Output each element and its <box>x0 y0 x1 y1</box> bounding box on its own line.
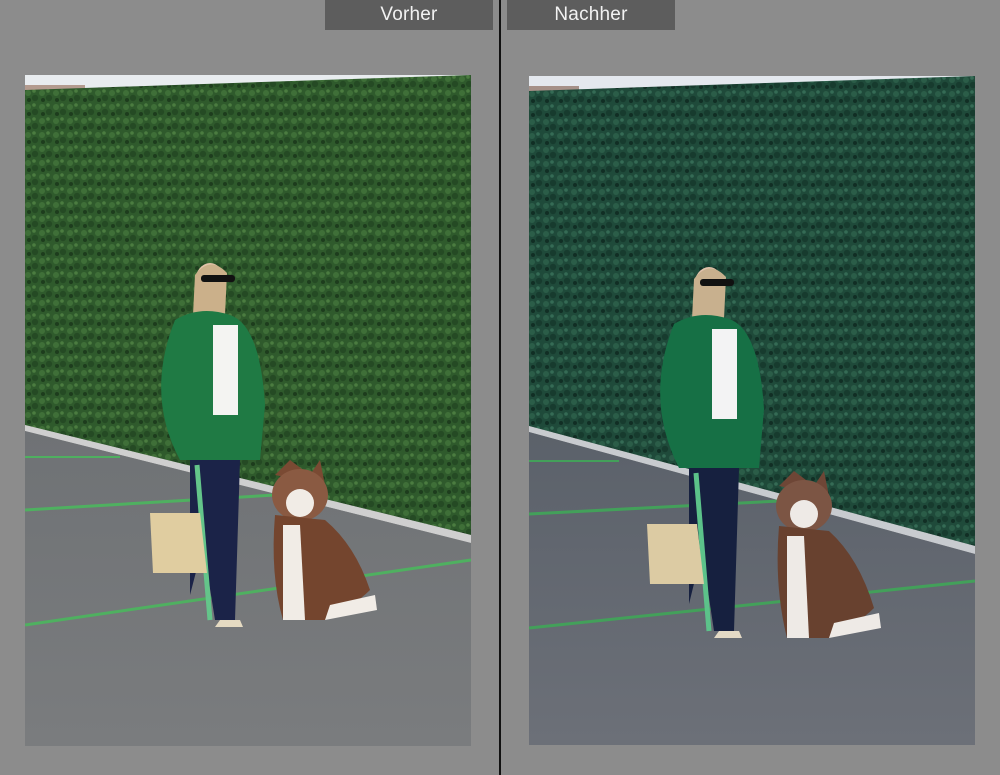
before-pane: Vorher <box>0 0 497 775</box>
after-label: Nachher <box>507 0 675 30</box>
after-pane: Nachher <box>503 0 1000 775</box>
before-label: Vorher <box>325 0 493 30</box>
before-photo <box>25 75 471 746</box>
after-photo <box>529 76 975 745</box>
